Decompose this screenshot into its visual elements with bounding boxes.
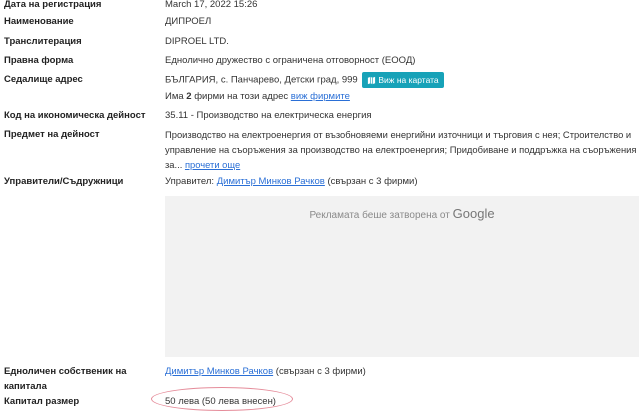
view-map-label: Виж на картата [378, 75, 439, 85]
firms-suffix: фирми на този адрес [191, 91, 291, 102]
activity-line-3: за... прочети още [165, 157, 640, 172]
address-firms-text: Има 2 фирми на този адрес виж фирмите [165, 89, 350, 104]
name-value: ДИПРОЕЛ [165, 16, 212, 27]
sole-owner-link[interactable]: Димитър Минков Рачков [165, 366, 273, 377]
activity-code-value: 35.11 - Производство на електрическа ене… [165, 110, 372, 121]
activity-value: Производство на електроенергия от възобн… [165, 127, 640, 172]
activity-line-3-text: за... [165, 159, 183, 170]
activity-line-1: Производство на електроенергия от възобн… [165, 129, 632, 140]
managers-suffix: (свързан с 3 фирми) [324, 176, 418, 187]
view-map-button[interactable]: Виж на картата [362, 72, 444, 88]
read-more-link[interactable]: прочети още [185, 159, 240, 170]
activity-code-label: Код на икономическа дейност [4, 110, 146, 121]
sole-owner-suffix: (свързан с 3 фирми) [273, 366, 366, 377]
sole-owner-label-line-1: Едноличен собственик на [4, 366, 127, 377]
activity-label: Предмет на дейност [4, 129, 100, 140]
manager-link[interactable]: Димитър Минков Рачков [217, 176, 325, 187]
map-icon [368, 76, 376, 85]
ad-closed-message: Рекламата беше затворена от [309, 210, 450, 221]
registration-date-label: Дата на регистрация [4, 0, 102, 10]
legal-form-label: Правна форма [4, 55, 74, 66]
name-label: Наименование [4, 16, 74, 27]
transliteration-value: DIPROEL LTD. [165, 36, 229, 47]
address-value: БЪЛГАРИЯ, с. Панчарево, Детски град, 999… [165, 72, 444, 88]
view-firms-link[interactable]: виж фирмите [291, 91, 350, 102]
address-label: Седалище адрес [4, 74, 83, 85]
highlight-ellipse [151, 387, 293, 411]
sole-owner-label: Едноличен собственик на капитала [4, 364, 154, 394]
firms-prefix: Има [165, 91, 187, 102]
activity-line-2: управление на съоръжения за производство… [165, 144, 637, 155]
managers-label: Управители/Съдружници [4, 176, 124, 187]
managers-prefix: Управител: [165, 176, 217, 187]
registration-date-value: March 17, 2022 15:26 [165, 0, 258, 10]
ad-closed-text: Рекламата беше затворена от Google [165, 206, 639, 221]
managers-value: Управител: Димитър Минков Рачков (свърза… [165, 174, 418, 189]
sole-owner-value: Димитър Минков Рачков (свързан с 3 фирми… [165, 364, 366, 379]
ad-placeholder: Рекламата беше затворена от Google [165, 196, 639, 357]
google-logo: Google [452, 206, 495, 221]
legal-form-value: Еднолично дружество с ограничена отговор… [165, 55, 416, 66]
transliteration-label: Транслитерация [4, 36, 82, 47]
address-text: БЪЛГАРИЯ, с. Панчарево, Детски град, 999 [165, 74, 358, 86]
sole-owner-label-line-2: капитала [4, 381, 47, 392]
